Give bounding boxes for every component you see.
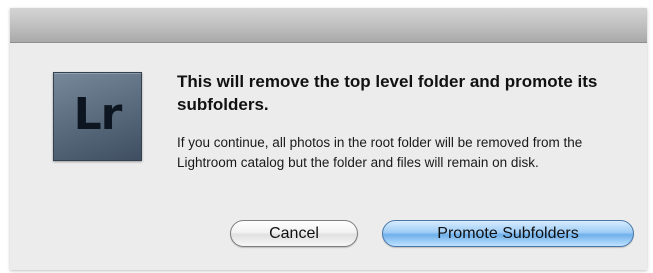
alert-dialog: Lr This will remove the top level folder… <box>10 8 647 270</box>
cancel-button[interactable]: Cancel <box>230 220 358 247</box>
lightroom-app-icon: Lr <box>53 72 142 161</box>
promote-subfolders-button[interactable]: Promote Subfolders <box>382 220 634 247</box>
dialog-message: If you continue, all photos in the root … <box>177 135 583 170</box>
dialog-heading: This will remove the top level folder an… <box>177 72 598 114</box>
app-icon-text: Lr <box>73 89 123 140</box>
dialog-title-bar[interactable] <box>10 8 647 43</box>
